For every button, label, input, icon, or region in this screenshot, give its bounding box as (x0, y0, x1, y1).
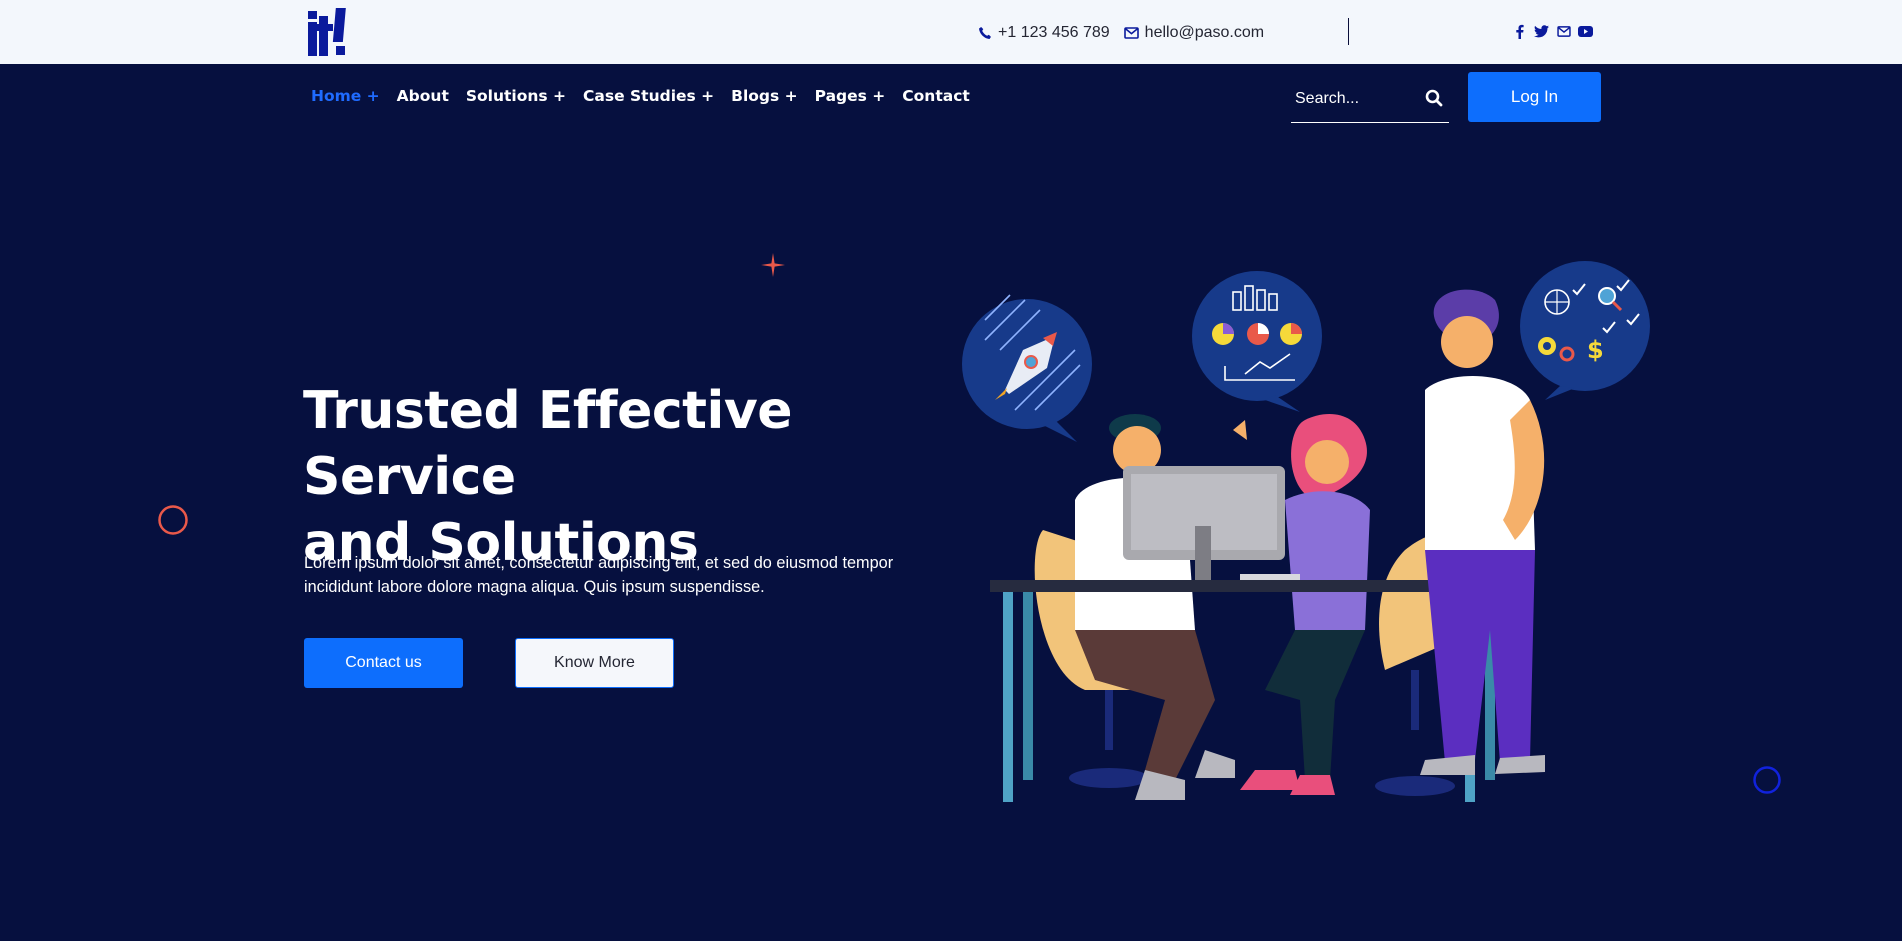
social-links (1512, 24, 1593, 39)
youtube-icon[interactable] (1578, 24, 1593, 39)
know-more-button[interactable]: Know More (515, 638, 674, 688)
sparkle-decoration (761, 253, 785, 277)
rocket-bubble-icon (962, 294, 1092, 442)
nav-item-home[interactable]: Home + (311, 87, 380, 105)
envelope-icon[interactable] (1556, 24, 1571, 39)
contact-info: +1 123 456 789 hello@paso.com (978, 22, 1278, 44)
hero-description: Lorem ipsum dolor sit amet, consectetur … (304, 554, 894, 596)
nav-item-blogs[interactable]: Blogs + (731, 87, 797, 105)
search-icon[interactable] (1425, 89, 1443, 107)
nav-item-case-studies[interactable]: Case Studies + (583, 87, 714, 105)
team-illustration: $ (962, 261, 1650, 802)
svg-text:$: $ (1587, 336, 1604, 364)
orange-ring-decoration (158, 505, 188, 535)
email-contact[interactable]: hello@paso.com (1123, 24, 1265, 42)
envelope-icon (1123, 27, 1139, 39)
email-address: hello@paso.com (1144, 24, 1265, 41)
phone-number: +1 123 456 789 (998, 24, 1110, 41)
nav-item-pages[interactable]: Pages + (815, 87, 886, 105)
nav-item-about[interactable]: About (397, 87, 449, 105)
charts-bubble-icon (1192, 271, 1322, 412)
search-box (1291, 80, 1449, 123)
login-button[interactable]: Log In (1468, 72, 1601, 122)
contact-us-button[interactable]: Contact us (304, 638, 463, 688)
phone-icon (979, 27, 991, 39)
hero-title: Trusted Effective Service and Solutions (303, 378, 983, 576)
topbar-divider (1348, 18, 1349, 45)
twitter-icon[interactable] (1534, 24, 1549, 39)
phone-contact[interactable]: +1 123 456 789 (978, 24, 1110, 42)
checklist-bubble-icon: $ (1520, 261, 1650, 400)
nav-item-contact[interactable]: Contact (902, 87, 970, 105)
top-bar: +1 123 456 789 hello@paso.com (0, 0, 1902, 64)
search-input[interactable] (1295, 88, 1415, 110)
facebook-icon[interactable] (1512, 24, 1527, 39)
blue-ring-decoration (1753, 766, 1781, 794)
nav-item-solutions[interactable]: Solutions + (466, 87, 566, 105)
hero-title-line1: Trusted Effective Service (303, 381, 793, 507)
logo[interactable] (306, 6, 352, 58)
main-nav: Home + About Solutions + Case Studies + … (311, 87, 987, 105)
